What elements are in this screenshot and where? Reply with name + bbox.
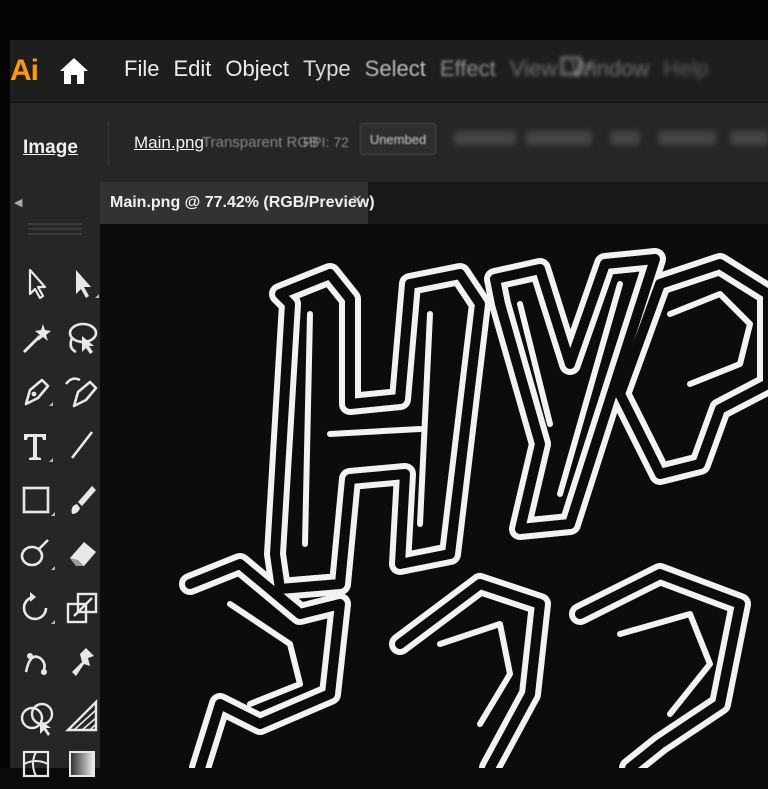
line-segment-tool-icon[interactable] xyxy=(62,426,102,466)
magic-wand-tool-icon[interactable] xyxy=(16,318,56,358)
edit-original-button[interactable] xyxy=(454,131,516,145)
color-mode-label: Transparent RGB xyxy=(202,134,319,151)
app-logo: Ai xyxy=(10,54,39,87)
monitor-bezel-left xyxy=(0,0,10,768)
menu-help[interactable]: Help xyxy=(663,56,708,82)
close-icon[interactable]: × xyxy=(352,190,362,210)
menu-edit[interactable]: Edit xyxy=(173,56,211,82)
pen-tool-icon[interactable] xyxy=(16,372,56,412)
menu-type[interactable]: Type xyxy=(303,56,351,82)
control-divider xyxy=(108,121,109,165)
ppi-label: PPI: 72 xyxy=(303,134,349,150)
mesh-tool-icon[interactable] xyxy=(16,744,56,784)
puppet-warp-tool-icon[interactable] xyxy=(16,642,56,682)
menu-object[interactable]: Object xyxy=(225,56,289,82)
rectangle-tool-icon[interactable] xyxy=(16,480,56,520)
menu-view[interactable]: View xyxy=(510,56,557,82)
lasso-tool-icon[interactable] xyxy=(62,318,102,358)
selection-type-label[interactable]: Image xyxy=(23,137,78,159)
mask-button[interactable] xyxy=(610,131,640,145)
panel-grip[interactable] xyxy=(24,217,86,239)
curvature-tool-icon[interactable] xyxy=(62,372,102,412)
x-field[interactable] xyxy=(658,131,716,145)
tools-panel: ◀ xyxy=(10,182,102,778)
document-tab-title: Main.png @ 77.42% (RGB/Preview) xyxy=(110,194,375,211)
document-tab[interactable]: Main.png @ 77.42% (RGB/Preview) × xyxy=(100,182,375,224)
direct-selection-tool-icon[interactable] xyxy=(62,264,102,304)
scale-tool-icon[interactable] xyxy=(62,588,102,628)
menu-items: File Edit Object Type Select Effect View… xyxy=(124,56,722,82)
linked-file-name[interactable]: Main.png xyxy=(134,133,204,153)
perspective-grid-tool-icon[interactable] xyxy=(62,696,102,736)
home-icon[interactable] xyxy=(54,50,94,92)
type-tool-icon[interactable] xyxy=(16,426,56,466)
monitor-bezel-top xyxy=(0,0,768,40)
shape-builder-tool-icon[interactable] xyxy=(16,696,56,736)
collapse-panel-icon[interactable]: ◀ xyxy=(14,196,22,209)
unembed-button[interactable]: Unembed xyxy=(360,123,436,155)
artboard-canvas[interactable] xyxy=(100,224,768,768)
control-bar: Image Main.png Transparent RGB PPI: 72 U… xyxy=(10,102,768,183)
rotate-tool-icon[interactable] xyxy=(16,588,56,628)
menu-effect[interactable]: Effect xyxy=(440,56,496,82)
image-trace-button[interactable] xyxy=(526,131,592,145)
eraser-tool-icon[interactable] xyxy=(62,534,102,574)
gradient-tool-icon[interactable] xyxy=(62,744,102,784)
paintbrush-tool-icon[interactable] xyxy=(62,480,102,520)
document-tab-bar: Main.png @ 77.42% (RGB/Preview) × xyxy=(100,182,768,224)
workspace-switcher-icon[interactable] xyxy=(558,52,598,82)
selection-tool-icon[interactable] xyxy=(16,264,56,304)
menu-file[interactable]: File xyxy=(124,56,159,82)
y-field[interactable] xyxy=(730,131,768,145)
free-transform-tool-icon[interactable] xyxy=(62,642,102,682)
graffiti-lettering-artwork xyxy=(179,248,768,768)
shaper-tool-icon[interactable] xyxy=(16,534,56,574)
menu-bar: Ai File Edit Object Type Select Effect V… xyxy=(10,40,768,102)
menu-select[interactable]: Select xyxy=(365,56,426,82)
